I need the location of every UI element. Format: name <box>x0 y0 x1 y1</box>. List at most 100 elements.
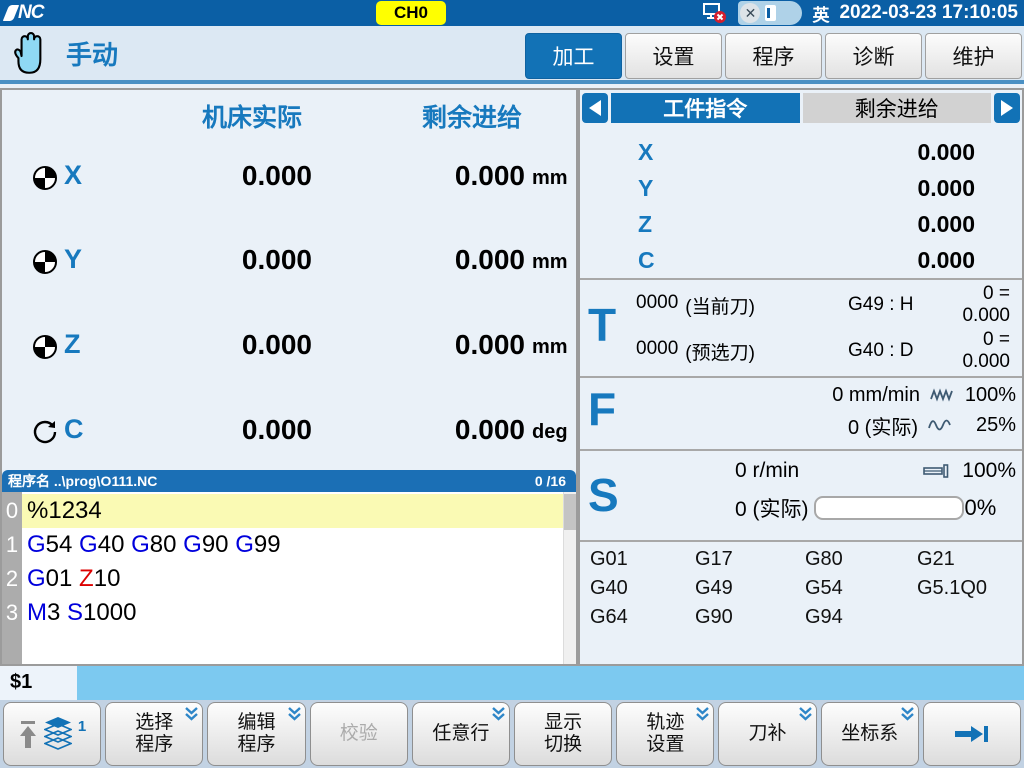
feed-row-command: 0 mm/min 100% <box>640 381 1016 409</box>
keyboard-icon <box>765 5 776 21</box>
gcode: G01 <box>590 548 695 571</box>
next-menu-icon <box>953 723 991 745</box>
line-number: 3 <box>2 596 22 630</box>
input-method-icon[interactable]: ✕ <box>738 1 802 25</box>
axis-remain-value: 0.000 <box>327 329 525 361</box>
tab-maintenance[interactable]: 维护 <box>925 33 1022 79</box>
wp-axis-row-x: X 0.000 <box>580 134 1022 170</box>
softkey-label: 设置 <box>646 734 684 756</box>
tab-workpiece-command[interactable]: 工件指令 <box>611 93 800 123</box>
chevron-double-down-icon <box>287 706 302 722</box>
chevron-double-down-icon <box>900 706 915 722</box>
prev-view-button[interactable] <box>582 93 608 123</box>
program-header: 程序名 ..\prog\O111.NC 0 /16 <box>2 470 576 492</box>
program-body[interactable]: 0 %1234 1 G54 G40 G80 G90 G99 2 G01 Z10 … <box>2 492 576 664</box>
menu-level-button[interactable]: 1 <box>3 702 101 766</box>
tab-diagnosis[interactable]: 诊断 <box>825 33 922 79</box>
tool-row-preselect: 0000(预选刀) G40 : D 0 = 0.000 <box>636 335 1016 367</box>
axis-row-c: C 0.000 0.000 deg <box>2 410 576 454</box>
softkey-label: 程序 <box>135 734 173 756</box>
logo-mark <box>3 5 19 21</box>
program-line[interactable]: 2 G01 Z10 <box>2 562 563 596</box>
program-scrollbar[interactable] <box>563 492 576 664</box>
tab-remaining-feed[interactable]: 剩余进给 <box>803 93 992 123</box>
datetime: 2022-03-23 17:10:05 <box>839 2 1018 24</box>
gcode: G54 <box>805 577 917 600</box>
line-number: 1 <box>2 528 22 562</box>
gcode: G94 <box>805 606 917 629</box>
axis-name: Z <box>64 329 81 360</box>
program-line[interactable]: 3 M3 S1000 <box>2 596 563 630</box>
ime-close-icon[interactable]: ✕ <box>740 3 760 23</box>
main-tabs: 加工 设置 程序 诊断 维护 <box>525 33 1022 79</box>
softkey-label: 校验 <box>340 723 378 745</box>
line-text: %1234 <box>22 494 563 528</box>
axis-value: 0.000 <box>917 247 975 274</box>
position-panel: 机床实际 剩余进给 X 0.000 0.000 mm Y 0.000 0.000… <box>0 88 578 666</box>
channel-badge[interactable]: CH0 <box>376 1 446 25</box>
chevron-double-down-icon <box>491 706 506 722</box>
tool-offset-value: 0 = 0.000 <box>950 329 1016 373</box>
softkey-next-menu[interactable] <box>923 702 1021 766</box>
program-line[interactable]: 1 G54 G40 G80 G90 G99 <box>2 528 563 562</box>
wave-icon <box>928 418 954 432</box>
wave-dense-icon <box>930 388 954 402</box>
axis-actual-value: 0.000 <box>102 414 312 446</box>
gcode: G64 <box>590 606 695 629</box>
rapid-override-percent: 25% <box>958 414 1016 437</box>
axis-value: 0.000 <box>917 211 975 238</box>
chevron-double-down-icon <box>695 706 710 722</box>
program-line[interactable]: 0 %1234 <box>2 494 563 528</box>
softkey-display-switch[interactable]: 显示 切换 <box>514 702 612 766</box>
softkey-edit-program[interactable]: 编辑 程序 <box>207 702 305 766</box>
tool-section-letter: T <box>588 302 616 348</box>
softkey-tool-compensation[interactable]: 刀补 <box>718 702 816 766</box>
axis-name: Y <box>638 175 653 202</box>
status-panel: 工件指令 剩余进给 X 0.000 Y 0.000 Z 0.000 C 0.00… <box>578 88 1024 666</box>
spindle-load-bar <box>814 496 964 520</box>
tab-program[interactable]: 程序 <box>725 33 822 79</box>
tab-settings[interactable]: 设置 <box>625 33 722 79</box>
scrollbar-thumb[interactable] <box>564 494 576 530</box>
line-text: G54 G40 G80 G90 G99 <box>22 528 563 562</box>
wp-axis-row-z: Z 0.000 <box>580 206 1022 242</box>
softkey-bar: 1 选择 程序 编辑 程序 校验 任意行 显示 切换 轨迹 设置 <box>0 700 1024 768</box>
softkey-label: 轨迹 <box>646 712 684 734</box>
network-error-icon[interactable] <box>702 2 728 24</box>
column-header-machine-actual: 机床实际 <box>170 98 334 134</box>
program-title: 程序名 ..\prog\O111.NC <box>8 471 157 491</box>
tab-machining[interactable]: 加工 <box>525 33 622 79</box>
feed-override-percent: 100% <box>958 384 1016 407</box>
line-text: M3 S1000 <box>22 596 563 630</box>
axis-name: C <box>638 247 655 274</box>
titlebar-right: ✕ 英 2022-03-23 17:10:05 <box>702 1 1024 26</box>
coords-tab-bar: 工件指令 剩余进给 <box>582 93 1020 123</box>
program-line-counter: 0 /16 <box>535 473 566 489</box>
divider <box>580 449 1022 451</box>
spindle-value: 0 r/min <box>735 459 799 483</box>
titlebar: NC CH0 ✕ 英 2022-03-23 17:10:05 <box>0 0 1024 26</box>
hand-icon <box>10 31 54 79</box>
tool-comp-code: G49 : H <box>848 294 950 316</box>
column-header-remaining-feed: 剩余进给 <box>390 98 554 134</box>
softkey-verify[interactable]: 校验 <box>310 702 408 766</box>
tool-offset-value: 0 = 0.000 <box>950 283 1016 327</box>
softkey-select-program[interactable]: 选择 程序 <box>105 702 203 766</box>
gcode <box>917 606 1016 629</box>
softkey-label: 程序 <box>238 734 276 756</box>
tool-row-current: 0000(当前刀) G49 : H 0 = 0.000 <box>636 289 1016 321</box>
feed-section-letter: F <box>588 386 616 432</box>
softkey-trajectory-settings[interactable]: 轨迹 设置 <box>616 702 714 766</box>
language-indicator[interactable]: 英 <box>812 1 829 26</box>
axis-unit: mm <box>532 167 576 190</box>
axis-name: Z <box>638 211 652 238</box>
message-bar <box>77 666 1024 700</box>
next-view-button[interactable] <box>994 93 1020 123</box>
softkey-any-line[interactable]: 任意行 <box>412 702 510 766</box>
axis-unit: deg <box>532 421 576 444</box>
axis-actual-value: 0.000 <box>102 160 312 192</box>
spindle-icon <box>923 463 953 479</box>
modebar: 手动 加工 设置 程序 诊断 维护 <box>0 26 1024 84</box>
softkey-coordinate-system[interactable]: 坐标系 <box>821 702 919 766</box>
axis-row-x: X 0.000 0.000 mm <box>2 156 576 200</box>
